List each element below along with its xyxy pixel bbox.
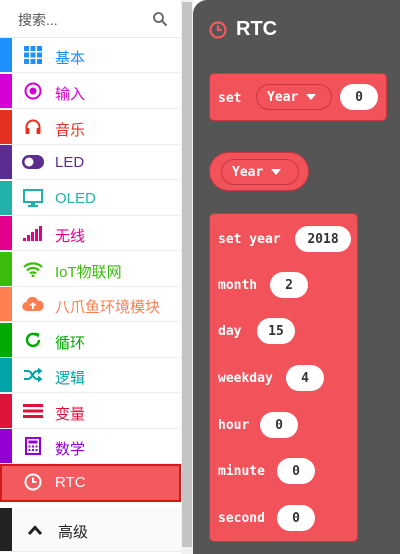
category-label: LED (55, 154, 85, 171)
category-loops[interactable]: 循环 (0, 323, 181, 358)
category-led[interactable]: LED (0, 145, 181, 180)
category-label: 高级 (58, 524, 89, 541)
category-label: 数学 (55, 441, 86, 458)
category-label: 无线 (55, 228, 86, 245)
day-input[interactable]: 15 (257, 318, 295, 344)
time-field-reporter-block[interactable]: Year (209, 152, 309, 191)
second-input[interactable]: 0 (277, 505, 315, 531)
shuffle-icon (22, 365, 44, 385)
category-color-bar (0, 181, 12, 215)
clock-icon (22, 472, 44, 492)
set-full-time-block[interactable]: set year 2018 month 2 day 15 weekday 4 h… (209, 213, 358, 542)
minute-label: minute (218, 464, 265, 479)
day-label: day (218, 324, 242, 339)
category-label: 逻辑 (55, 370, 86, 387)
category-label: 基本 (55, 50, 86, 67)
weekday-input[interactable]: 4 (286, 365, 324, 391)
second-label: second (218, 511, 265, 526)
category-octopus-env[interactable]: 八爪鱼环境模块 (0, 287, 181, 322)
dropdown-arrow-icon (271, 169, 282, 175)
category-color-bar (0, 323, 12, 357)
weekday-label: weekday (218, 371, 273, 386)
signal-bars-icon (22, 223, 44, 243)
category-color-bar (0, 358, 12, 392)
dropdown-value: Year (267, 89, 299, 105)
set-year-label: set year (218, 232, 281, 247)
time-field-dropdown[interactable]: Year (256, 84, 332, 110)
set-time-field-block[interactable]: set Year 0 (209, 73, 387, 121)
block-label: set (218, 91, 242, 106)
wifi-icon (22, 259, 44, 279)
category-color-bar (0, 287, 12, 321)
category-math[interactable]: 数学 (0, 429, 181, 464)
category-label: IoT物联网 (55, 264, 122, 281)
category-color-bar (0, 252, 12, 286)
category-logic[interactable]: 逻辑 (0, 358, 181, 393)
value-input[interactable]: 0 (340, 84, 378, 110)
category-label: 八爪鱼环境模块 (55, 299, 161, 316)
monitor-icon (22, 188, 44, 208)
hour-input[interactable]: 0 (260, 412, 298, 438)
refresh-icon (22, 330, 44, 350)
category-label: RTC (55, 474, 86, 491)
flyout-header: RTC (209, 18, 277, 41)
category-label: OLED (55, 190, 96, 207)
chevron-up-icon (24, 520, 46, 540)
dropdown-arrow-icon (306, 94, 317, 100)
radio-target-icon (22, 81, 44, 101)
category-color-bar (0, 74, 12, 108)
category-variables[interactable]: 变量 (0, 394, 181, 429)
minute-input[interactable]: 0 (277, 458, 315, 484)
category-color-bar (0, 394, 12, 428)
search-box[interactable]: 搜索... (0, 0, 181, 38)
category-rtc[interactable]: RTC (0, 464, 181, 502)
flyout-title: RTC (236, 18, 278, 40)
headphones-icon (22, 117, 44, 137)
year-input[interactable]: 2018 (295, 226, 351, 252)
grid-icon (22, 45, 44, 65)
cloud-upload-icon (22, 294, 44, 314)
lines-icon (22, 401, 44, 421)
category-label: 循环 (55, 335, 86, 352)
category-label: 输入 (55, 86, 86, 103)
category-radio[interactable]: 无线 (0, 216, 181, 251)
category-color-bar (0, 110, 12, 144)
category-advanced[interactable]: 高级 (0, 508, 181, 552)
category-input[interactable]: 输入 (0, 74, 181, 109)
category-color-bar (0, 508, 12, 551)
month-label: month (218, 278, 258, 293)
category-iot[interactable]: IoT物联网 (0, 252, 181, 287)
search-icon[interactable] (152, 11, 168, 27)
category-label: 变量 (55, 406, 86, 423)
clock-icon (209, 20, 227, 39)
category-music[interactable]: 音乐 (0, 110, 181, 145)
hour-label: hour (218, 418, 250, 433)
dropdown-value: Year (232, 164, 264, 180)
search-input[interactable]: 搜索... (18, 10, 58, 30)
month-input[interactable]: 2 (270, 272, 308, 298)
category-label: 音乐 (55, 122, 86, 139)
category-color-bar (0, 216, 12, 250)
category-color-bar (0, 145, 12, 179)
category-color-bar (0, 38, 12, 72)
category-basic[interactable]: 基本 (0, 38, 181, 73)
time-field-dropdown[interactable]: Year (221, 159, 299, 185)
rtc-flyout: RTC set Year 0 Year set year 2018 month … (193, 0, 400, 554)
category-color-bar (0, 429, 12, 463)
sidebar-scrollbar-thumb[interactable] (182, 2, 192, 547)
calculator-icon (22, 436, 44, 456)
category-oled[interactable]: OLED (0, 181, 181, 216)
toggle-icon (22, 152, 44, 172)
toolbox-sidebar: 搜索... 基本 输入 音乐 LED OLED 无线 IoT物联网 八爪鱼环境模… (0, 0, 181, 554)
